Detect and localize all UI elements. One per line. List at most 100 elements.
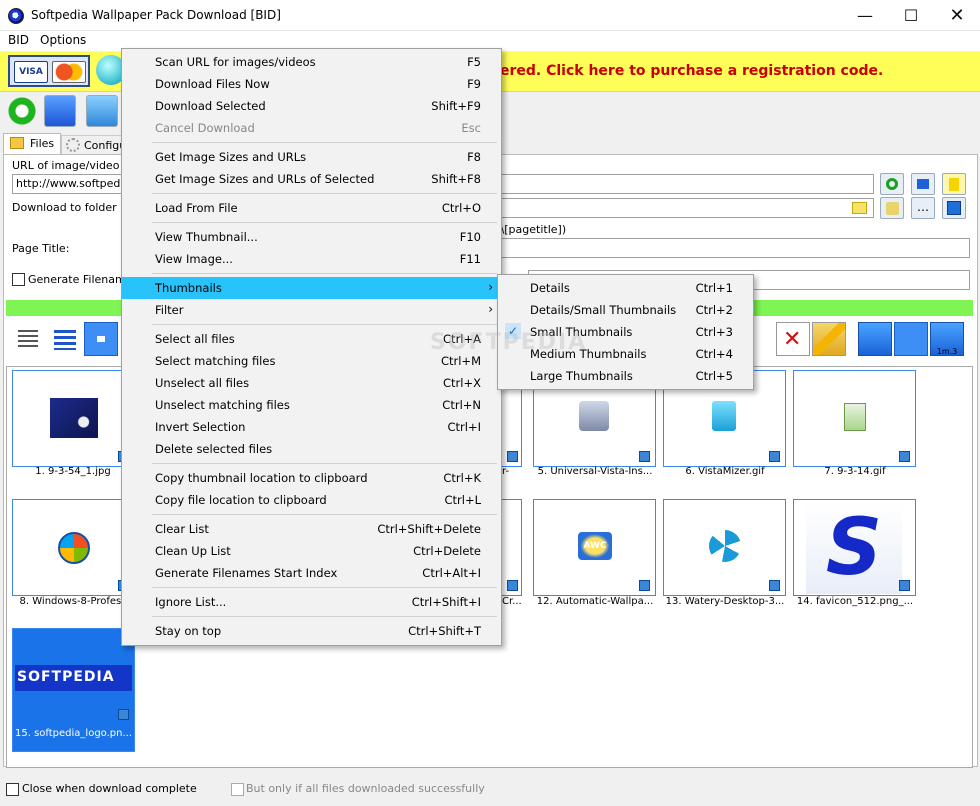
menu-separator [152,463,497,464]
menu-separator [152,514,497,515]
menu-separator [152,142,497,143]
download-selected-icon[interactable] [894,322,928,356]
menu-item-delete-selected[interactable]: Delete selected files [122,438,501,460]
thumbnail-1[interactable] [12,370,135,467]
download-icon[interactable] [44,95,76,127]
submenu-item-details[interactable]: Details Ctrl+1 [498,277,753,299]
menu-item-get-sizes[interactable]: Get Image Sizes and URLs F8 [122,146,501,168]
close-when-done-checkbox[interactable] [6,783,19,796]
folder-label: Download to folder [12,201,117,214]
page-title-input[interactable] [478,238,970,258]
payment-cards-icon[interactable]: VISA [8,55,90,87]
banner-text[interactable]: ered. Click here to purchase a registrat… [500,63,883,79]
image-badge-icon [769,451,780,462]
menu-item-ignore-list[interactable]: Ignore List... Ctrl+Shift+I [122,591,501,613]
menu-item-clear-list[interactable]: Clear List Ctrl+Shift+Delete [122,518,501,540]
tab-configure-label: Configu [84,139,127,152]
tab-files[interactable]: Files [3,133,61,155]
windows-logo-image [58,532,90,564]
menu-item-view-image[interactable]: View Image... F11 [122,248,501,270]
menu-item-invert-selection[interactable]: Invert Selection Ctrl+I [122,416,501,438]
wallpaper-image [50,398,98,438]
menu-item-copy-file-location[interactable]: Copy file location to clipboard Ctrl+L [122,489,501,511]
submenu-item-details-small[interactable]: Details/Small Thumbnails Ctrl+2 [498,299,753,321]
thumbnail-caption: 6. VistaMizer.gif [685,466,765,477]
view-details-icon[interactable] [12,322,46,356]
thumbnail-12[interactable]: AWC [533,499,656,596]
awc-image: AWC [578,532,612,560]
image-badge-icon [639,451,650,462]
close-button[interactable]: ✕ [934,0,980,31]
title-bar: Softpedia Wallpaper Pack Download [BID] … [0,0,980,31]
menu-item-download-selected[interactable]: Download Selected Shift+F9 [122,95,501,117]
thumbnail-8[interactable] [12,499,135,596]
only-if-success-checkbox[interactable] [231,783,244,796]
thumbnail-7[interactable] [793,370,916,467]
minimize-button[interactable]: — [842,0,888,31]
help-icon[interactable] [86,95,118,127]
browse-folder-icon[interactable] [852,202,867,214]
menu-item-scan-url[interactable]: Scan URL for images/videos F5 [122,51,501,73]
thumbnail-15[interactable]: SOFTPEDIA 15. softpedia_logo.pn... [12,628,135,752]
save-icon[interactable] [942,197,966,219]
menu-item-clean-up-list[interactable]: Clean Up List Ctrl+Delete [122,540,501,562]
menu-item-unselect-matching[interactable]: Unselect matching files Ctrl+N [122,394,501,416]
tab-files-label: Files [30,137,55,150]
delete-icon[interactable]: ✕ [776,322,810,356]
menu-separator [152,616,497,617]
chevron-right-icon: › [488,280,493,294]
image-badge-icon [899,451,910,462]
thumbnail-14[interactable]: S [793,499,916,596]
page-title-label: Page Title: [12,242,70,255]
image-badge-icon [507,451,518,462]
view-details-small-icon[interactable] [48,322,82,356]
thumbnail-caption: 14. favicon_512.png_... [796,596,914,607]
submenu-item-large-thumbnails[interactable]: Large Thumbnails Ctrl+5 [498,365,753,387]
menu-item-filter[interactable]: Filter › [122,299,501,321]
folder-options-icon[interactable] [880,197,904,219]
number-files-icon[interactable]: 1m.3 [930,322,964,356]
vistamizer-image [712,401,736,431]
menu-item-load-from-file[interactable]: Load From File Ctrl+O [122,197,501,219]
menu-separator [152,587,497,588]
menu-item-thumbnails[interactable]: Thumbnails › [122,277,501,299]
url-refresh-icon[interactable] [880,173,904,195]
url-label: URL of image/video ga [12,159,137,172]
thumbnail-11[interactable] [502,499,522,596]
menu-item-stay-on-top[interactable]: Stay on top Ctrl+Shift+T [122,620,501,642]
more-button[interactable]: … [911,197,935,219]
image-badge-icon [899,580,910,591]
thumbnail-caption: Cr... [502,596,522,607]
menu-item-generate-filenames-index[interactable]: Generate Filenames Start Index Ctrl+Alt+I [122,562,501,584]
view-small-thumbnails-icon[interactable] [84,322,118,356]
thumbnail-13[interactable] [663,499,786,596]
generate-filenames-checkbox[interactable] [12,273,25,286]
softpedia-logo-image: SOFTPEDIA [15,665,132,691]
menu-item-copy-thumbnail-location[interactable]: Copy thumbnail location to clipboard Ctrl… [122,467,501,489]
menu-separator [152,324,497,325]
folder-input[interactable] [478,198,874,218]
url-download-icon[interactable] [911,173,935,195]
only-if-success-label: But only if all files downloaded success… [246,782,485,795]
image-badge-icon [507,580,518,591]
menu-separator [152,193,497,194]
menu-item-view-thumbnail[interactable]: View Thumbnail... F10 [122,226,501,248]
folder-icon [10,137,24,149]
menu-bid[interactable]: BID [8,33,29,47]
thumbnail-caption: 13. Watery-Desktop-3... [665,596,785,607]
menu-item-cancel-download: Cancel Download Esc [155,121,481,135]
menu-item-get-sizes-selected[interactable]: Get Image Sizes and URLs of Selected Shif… [122,168,501,190]
url-note-icon[interactable] [942,173,966,195]
window-title: Softpedia Wallpaper Pack Download [BID] [31,8,281,22]
refresh-icon[interactable] [6,95,38,127]
image-badge-icon [118,709,129,720]
image-badge-icon [769,580,780,591]
cleanup-icon[interactable] [812,322,846,356]
play-next-icon[interactable] [858,322,892,356]
maximize-button[interactable]: ☐ [888,0,934,31]
menu-options[interactable]: Options [40,33,86,47]
menu-item-unselect-all[interactable]: Unselect all files Ctrl+X [122,372,501,394]
document-image [844,403,866,431]
menu-item-download-now[interactable]: Download Files Now F9 [122,73,501,95]
watery-desktop-image [709,530,741,562]
